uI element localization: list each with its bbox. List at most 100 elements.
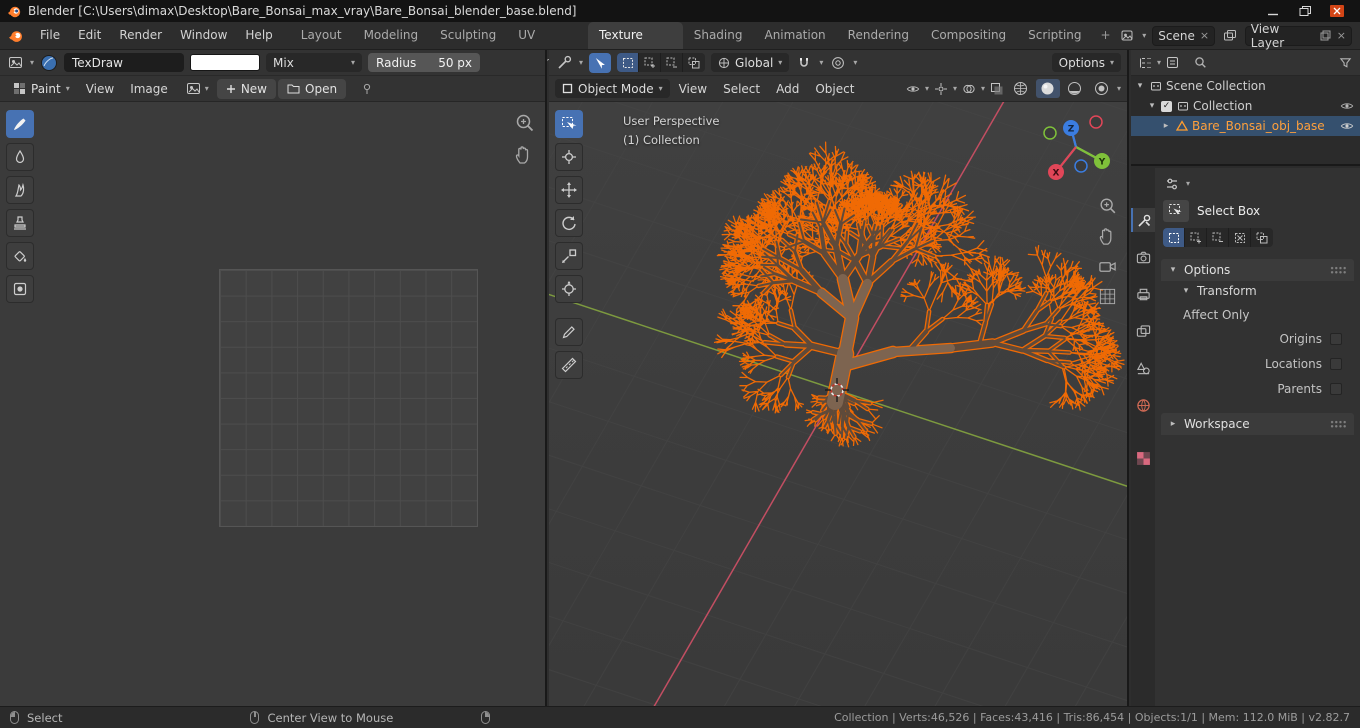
brush-name-field[interactable]: TexDraw [64,53,185,72]
origins-checkbox[interactable] [1330,332,1342,345]
open-image-button[interactable]: Open [278,78,347,99]
navigation-gizmo[interactable]: Z Y X [1043,115,1110,180]
outliner-type-arrow-icon[interactable]: ▾ [1157,58,1161,67]
browse-scene-icon[interactable] [1119,27,1137,45]
collection-visibility-eye-icon[interactable] [1338,97,1356,115]
vp-menu-view[interactable]: View [672,82,714,96]
xray-toggle-icon[interactable] [988,80,1006,98]
tool-settings-arrow-icon[interactable]: ▾ [579,58,583,67]
snap-magnet-icon[interactable] [795,54,813,72]
tool-soften-button[interactable] [6,143,34,171]
image-menu-image[interactable]: Image [123,82,175,96]
pan-hand-icon[interactable] [514,145,536,165]
disclosure-icon[interactable]: ▸ [1161,121,1171,131]
vp-pan-hand-icon[interactable] [1098,227,1118,246]
outliner-row-object[interactable]: ▸ Bare_Bonsai_obj_base [1131,116,1360,136]
outliner-search-icon[interactable] [1191,54,1209,72]
overlays-arrow-icon[interactable]: ▾ [981,84,985,93]
object-visibility-eye-icon[interactable] [1338,117,1356,135]
panel-drag-handle[interactable] [1330,420,1347,428]
select-mode-intersect-button[interactable] [683,53,705,72]
mode-set-button[interactable] [1163,228,1185,247]
brush-color-swatch[interactable] [190,54,261,71]
select-mode-extend-button[interactable] [639,53,662,72]
shading-rendered-button[interactable] [1090,79,1114,98]
viewport-canvas[interactable]: Z Y X User Perspective (1) Collection [549,102,1127,706]
minimize-button[interactable] [1265,5,1281,18]
object-visibility-icon[interactable] [904,80,922,98]
scene-selector[interactable]: Scene × [1152,25,1216,46]
tab-animation[interactable]: Animation [753,22,836,49]
view-layer-selector[interactable]: View Layer × [1244,22,1352,50]
tool-transform-button[interactable] [555,275,583,303]
scene-unlink-icon[interactable]: × [1200,29,1209,42]
select-box-tool-icon[interactable] [1163,200,1189,222]
tab-active-tool[interactable] [1131,208,1155,232]
tool-measure-button[interactable] [555,351,583,379]
tool-rotate-button[interactable] [555,209,583,237]
visibility-arrow-icon[interactable]: ▾ [925,84,929,93]
tool-fill-button[interactable] [6,242,34,270]
menu-file[interactable]: File [31,22,69,49]
shading-arrow-icon[interactable]: ▾ [1117,84,1121,93]
tool-smear-button[interactable] [6,176,34,204]
gizmos-arrow-icon[interactable]: ▾ [953,84,957,93]
tool-annotate-button[interactable] [555,318,583,346]
outliner-filter-icon[interactable] [1336,54,1354,72]
proportional-edit-icon[interactable] [829,54,847,72]
texture-grid-image[interactable] [219,269,478,527]
proportional-arrow-icon[interactable]: ▾ [853,58,857,67]
snap-arrow-icon[interactable]: ▾ [819,58,823,67]
overlays-toggle-icon[interactable] [960,80,978,98]
tool-select-box-button[interactable] [555,110,583,138]
parents-checkbox[interactable] [1330,382,1342,395]
outliner-row-scene-collection[interactable]: ▾ Scene Collection [1131,76,1360,96]
tab-view-layer-properties[interactable] [1131,319,1155,343]
menu-help[interactable]: Help [236,22,281,49]
collection-checkbox[interactable]: ✓ [1161,100,1172,112]
disclosure-icon[interactable]: ▾ [1135,81,1145,91]
properties-type-arrow-icon[interactable]: ▾ [1186,180,1190,188]
menu-edit[interactable]: Edit [69,22,110,49]
browse-image-arrow-icon[interactable]: ▾ [205,84,209,93]
outliner-editor-type-icon[interactable] [1137,54,1155,72]
workspace-panel-header[interactable]: ▸ Workspace [1161,413,1354,435]
image-editor-type-icon[interactable] [6,54,24,72]
tool-cursor-button[interactable] [555,143,583,171]
shading-wireframe-button[interactable] [1009,79,1033,98]
tool-mask-button[interactable] [6,275,34,303]
shading-material-button[interactable] [1063,79,1087,98]
tab-world-properties[interactable] [1131,393,1155,417]
tab-scripting[interactable]: Scripting [1017,22,1092,49]
brush-preview-icon[interactable] [40,54,58,72]
maximize-button[interactable] [1297,5,1313,18]
image-canvas[interactable] [0,102,545,706]
tab-texture-paint[interactable]: Texture Paint [588,22,683,69]
tab-output-properties[interactable] [1131,282,1155,306]
tab-sculpting[interactable]: Sculpting [429,22,507,49]
tab-render-properties[interactable] [1131,245,1155,269]
tab-modeling[interactable]: Modeling [353,22,430,49]
tab-uv-editing[interactable]: UV Editing [507,22,588,69]
close-button[interactable] [1329,5,1345,18]
tool-scale-button[interactable] [555,242,583,270]
options-panel-header[interactable]: ▾ Options [1161,259,1354,281]
mode-extend-button[interactable] [1185,228,1207,247]
menu-render[interactable]: Render [110,22,171,49]
tab-layout[interactable]: Layout [290,22,353,49]
viewport-options-dropdown[interactable]: Options ▾ [1051,53,1121,72]
image-menu-view[interactable]: View [79,82,121,96]
tool-settings-icon[interactable] [555,54,573,72]
panel-drag-handle[interactable] [1330,266,1347,274]
properties-editor-type-icon[interactable] [1163,175,1181,193]
browse-scene-arrow-icon[interactable]: ▾ [1142,31,1146,40]
editor-type-arrow-icon[interactable]: ▾ [30,58,34,67]
blender-app-menu[interactable] [0,28,31,43]
outliner-row-collection[interactable]: ▾ ✓ Collection [1131,96,1360,116]
mode-intersect-button[interactable] [1251,228,1273,247]
tab-scene-properties[interactable] [1131,356,1155,380]
tab-shading[interactable]: Shading [683,22,754,49]
tool-move-button[interactable] [555,176,583,204]
tab-texture-properties[interactable] [1131,446,1155,470]
new-view-layer-icon[interactable] [1320,30,1332,42]
